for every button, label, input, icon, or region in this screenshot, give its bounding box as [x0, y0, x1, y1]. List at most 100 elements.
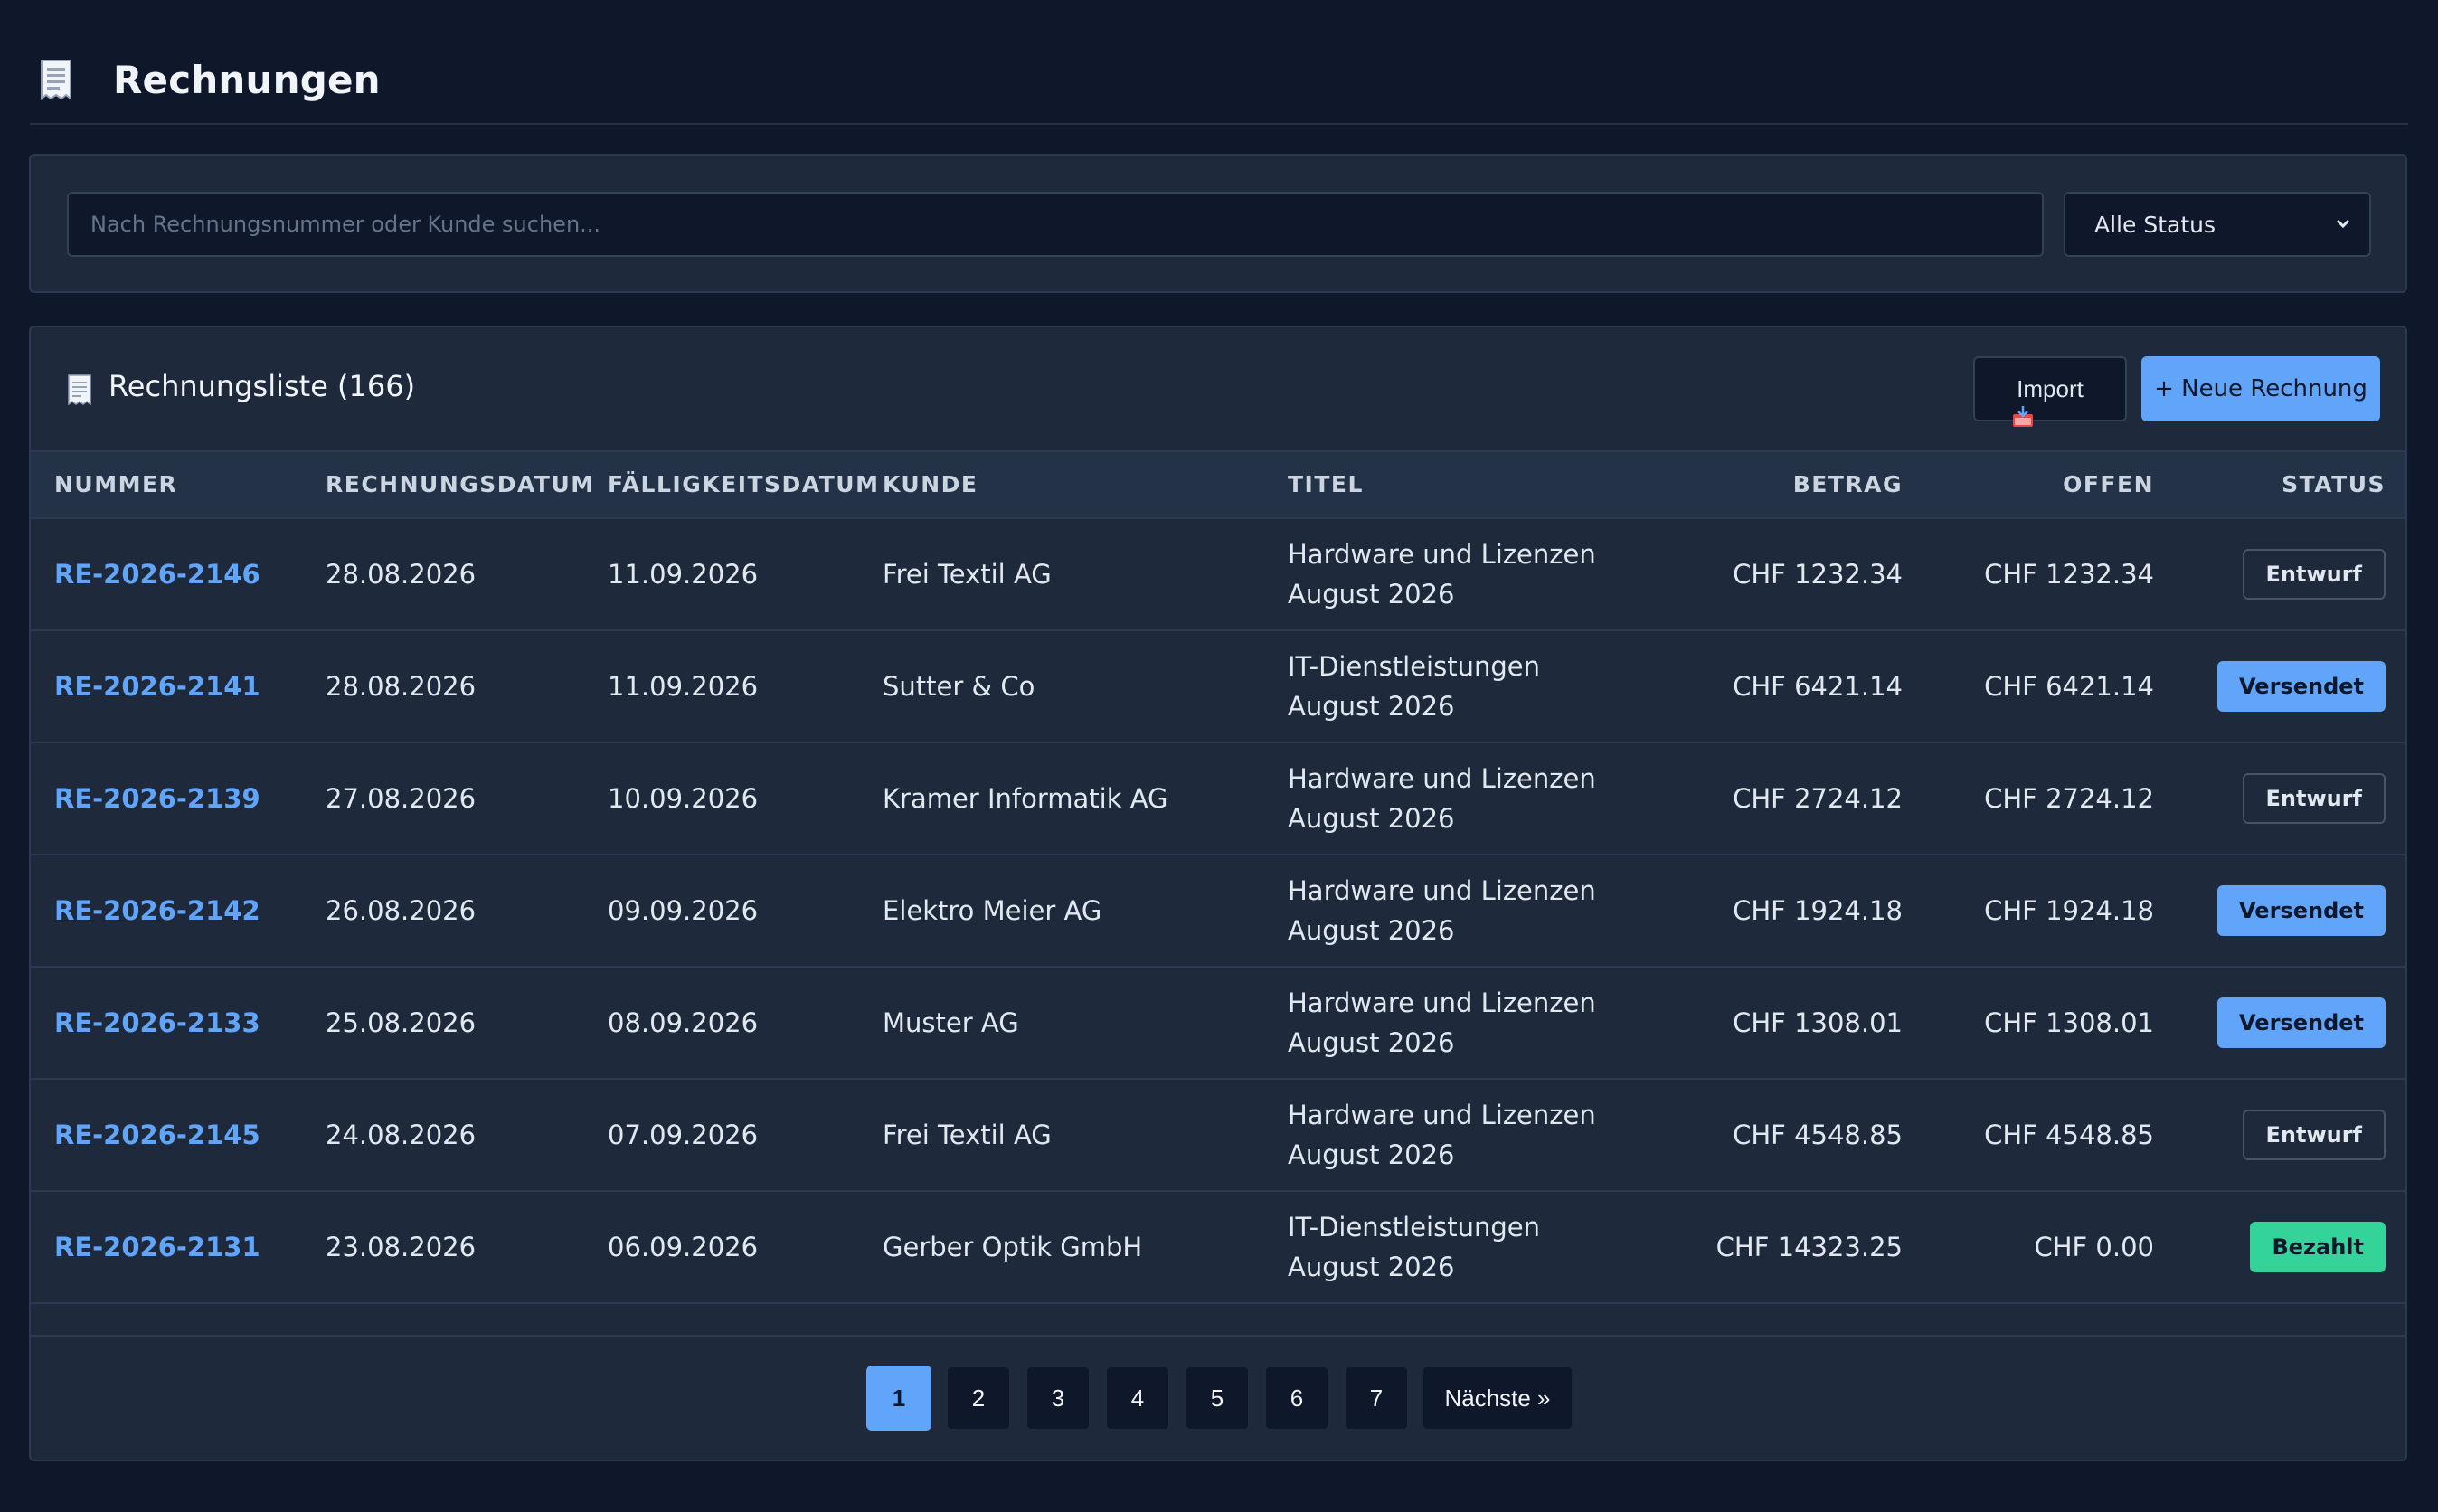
search-input[interactable]: [67, 192, 2044, 257]
page-button-3[interactable]: 3: [1025, 1366, 1091, 1431]
import-button-label: Import: [2017, 374, 2084, 402]
invoice-number-link[interactable]: RE-2026-2133: [54, 1007, 260, 1038]
next-page-label: Nächste »: [1444, 1384, 1551, 1412]
receipt-icon: [68, 374, 91, 405]
invoice-title: Hardware und Lizenzen August 2026: [1288, 875, 1596, 946]
invoice-date-cell: 24.08.2026: [326, 1080, 476, 1190]
invoice-title-cell: Hardware und Lizenzen August 2026: [1288, 855, 1631, 966]
open-amount-cell: CHF 1232.34: [1912, 519, 2154, 629]
status-filter-value: Alle Status: [2094, 211, 2216, 238]
invoice-number-link[interactable]: RE-2026-2141: [54, 671, 260, 702]
due-date: 07.09.2026: [608, 1120, 759, 1150]
open-amount-cell: CHF 1924.18: [1912, 855, 2154, 966]
new-invoice-button[interactable]: + Neue Rechnung: [2141, 356, 2380, 421]
table-row[interactable]: RE-2026-2146 28.08.2026 11.09.2026 Frei Tex…: [31, 519, 2405, 631]
open-amount: CHF 1308.01: [1984, 1007, 2154, 1038]
column-header-faelligkeitsdatum[interactable]: FÄLLIGKEITSDATUM: [608, 452, 879, 517]
table-row[interactable]: RE-2026-2131 23.08.2026 06.09.2026 Gerber O…: [31, 1192, 2405, 1304]
status-filter-select[interactable]: Alle Status: [2064, 192, 2371, 257]
customer-name: Frei Textil AG: [883, 559, 1052, 590]
column-header-titel[interactable]: TITEL: [1288, 452, 1364, 517]
table-row[interactable]: RE-2026-2141 28.08.2026 11.09.2026 Sutter &…: [31, 631, 2405, 743]
invoice-list-card: Rechnungsliste (166) Import + Neue Rechn…: [29, 326, 2407, 1461]
amount: CHF 1924.18: [1733, 895, 1903, 926]
status-badge: Versendet: [2217, 661, 2386, 712]
invoice-title: Hardware und Lizenzen August 2026: [1288, 988, 1596, 1058]
page-title: Rechnungen: [113, 57, 381, 102]
customer-name: Elektro Meier AG: [883, 895, 1102, 926]
amount-cell: CHF 1924.18: [1640, 855, 1903, 966]
page-button-5[interactable]: 5: [1185, 1366, 1250, 1431]
page-button-1[interactable]: 1: [866, 1366, 931, 1431]
invoice-title-cell: Hardware und Lizenzen August 2026: [1288, 519, 1631, 629]
status-badge: Versendet: [2217, 885, 2386, 936]
status-badge: Entwurf: [2242, 1110, 2386, 1160]
status-badge-cell: Entwurf: [2183, 743, 2386, 854]
customer-name-cell: Muster AG: [883, 968, 1019, 1078]
page-button-4[interactable]: 4: [1105, 1366, 1170, 1431]
status-badge-cell: Bezahlt: [2183, 1304, 2386, 1335]
customer-name: Frei Textil AG: [883, 1120, 1052, 1150]
next-page-button[interactable]: Nächste »: [1422, 1366, 1573, 1431]
amount-cell: CHF 4548.85: [1640, 1080, 1903, 1190]
due-date-cell: 11.09.2026: [608, 519, 758, 629]
column-header-nummer[interactable]: NUMMER: [54, 452, 177, 517]
import-button[interactable]: Import: [1973, 356, 2127, 427]
due-date: 09.09.2026: [608, 895, 759, 926]
table-row[interactable]: RE-2026-2133 25.08.2026 08.09.2026 Muster A…: [31, 968, 2405, 1080]
status-badge-cell: Versendet: [2183, 631, 2386, 742]
receipt-icon: [41, 60, 71, 100]
new-invoice-button-label: + Neue Rechnung: [2154, 375, 2367, 402]
invoice-number-link[interactable]: RE-2026-2142: [54, 895, 260, 926]
column-header-betrag[interactable]: BETRAG: [1640, 452, 1903, 517]
open-amount-cell: CHF 0.00: [1912, 1192, 2154, 1302]
invoice-number-link[interactable]: RE-2026-2146: [54, 559, 260, 590]
due-date-cell: 09.09.2026: [608, 855, 758, 966]
due-date-cell: 10.09.2026: [608, 743, 758, 854]
open-amount-cell: [1912, 1304, 2154, 1335]
invoice-date-cell: 27.08.2026: [326, 743, 476, 854]
open-amount-cell: CHF 2724.12: [1912, 743, 2154, 854]
amount-cell: CHF 6421.14: [1640, 631, 1903, 742]
due-date-cell: 06.09.2026: [608, 1192, 758, 1302]
column-header-status[interactable]: STATUS: [2183, 452, 2386, 517]
filter-card: Alle Status: [29, 154, 2407, 293]
column-header-rechnungsdatum[interactable]: RECHNUNGSDATUM: [326, 452, 595, 517]
open-amount: CHF 2724.12: [1984, 783, 2154, 814]
column-header-offen[interactable]: OFFEN: [1912, 452, 2154, 517]
customer-name-cell: Elektro Meier AG: [883, 855, 1101, 966]
page-button-7[interactable]: 7: [1344, 1366, 1409, 1431]
table-body: RE-2026-2146 28.08.2026 11.09.2026 Frei Tex…: [31, 519, 2405, 1335]
customer-name: Kramer Informatik AG: [883, 783, 1168, 814]
list-title: Rechnungsliste (166): [109, 369, 416, 403]
status-badge: Bezahlt: [2250, 1222, 2386, 1272]
amount: CHF 4548.85: [1733, 1120, 1903, 1150]
open-amount-cell: CHF 4548.85: [1912, 1080, 2154, 1190]
amount-cell: CHF 1232.34: [1640, 519, 1903, 629]
invoice-title-cell: IT-Dienstleistungen August: [1288, 1304, 1631, 1335]
invoice-date-cell: 28.08.2026: [326, 631, 476, 742]
table-row[interactable]: RE-2026-2139 27.08.2026 10.09.2026 Kramer I…: [31, 743, 2405, 855]
table-row[interactable]: RE-2026-2142 26.08.2026 09.09.2026 Elektro …: [31, 855, 2405, 968]
invoices-page: Rechnungen Alle Status Rechnungsliste (1…: [0, 0, 2438, 1512]
due-date: 10.09.2026: [608, 783, 759, 814]
page-button-6[interactable]: 6: [1264, 1366, 1329, 1431]
invoice-number-link[interactable]: RE-2026-2145: [54, 1120, 260, 1150]
due-date: 06.09.2026: [608, 1232, 759, 1262]
invoice-number-link[interactable]: RE-2026-2139: [54, 783, 260, 814]
customer-name-cell: Gerber Optik GmbH: [883, 1192, 1142, 1302]
amount: CHF 1232.34: [1733, 559, 1903, 590]
invoice-number-link[interactable]: RE-2026-2131: [54, 1232, 260, 1262]
page-button-2[interactable]: 2: [946, 1366, 1011, 1431]
invoice-date-cell: 23.08.2026: [326, 1192, 476, 1302]
invoice-title-cell: IT-Dienstleistungen August 2026: [1288, 631, 1631, 742]
invoice-date: 23.08.2026: [326, 1232, 477, 1262]
table-row[interactable]: RE-2026-2145 24.08.2026 07.09.2026 Frei Tex…: [31, 1080, 2405, 1192]
customer-name-cell: Frei Textil AG: [883, 1080, 1052, 1190]
page-header: Rechnungen: [30, 36, 2408, 125]
invoice-title: Hardware und Lizenzen August 2026: [1288, 763, 1596, 834]
invoice-title: IT-Dienstleistungen August 2026: [1288, 1212, 1540, 1282]
amount-cell: [1640, 1304, 1903, 1335]
column-header-kunde[interactable]: KUNDE: [883, 452, 978, 517]
table-row[interactable]: IT-Dienstleistungen August Bezahlt: [31, 1304, 2405, 1335]
